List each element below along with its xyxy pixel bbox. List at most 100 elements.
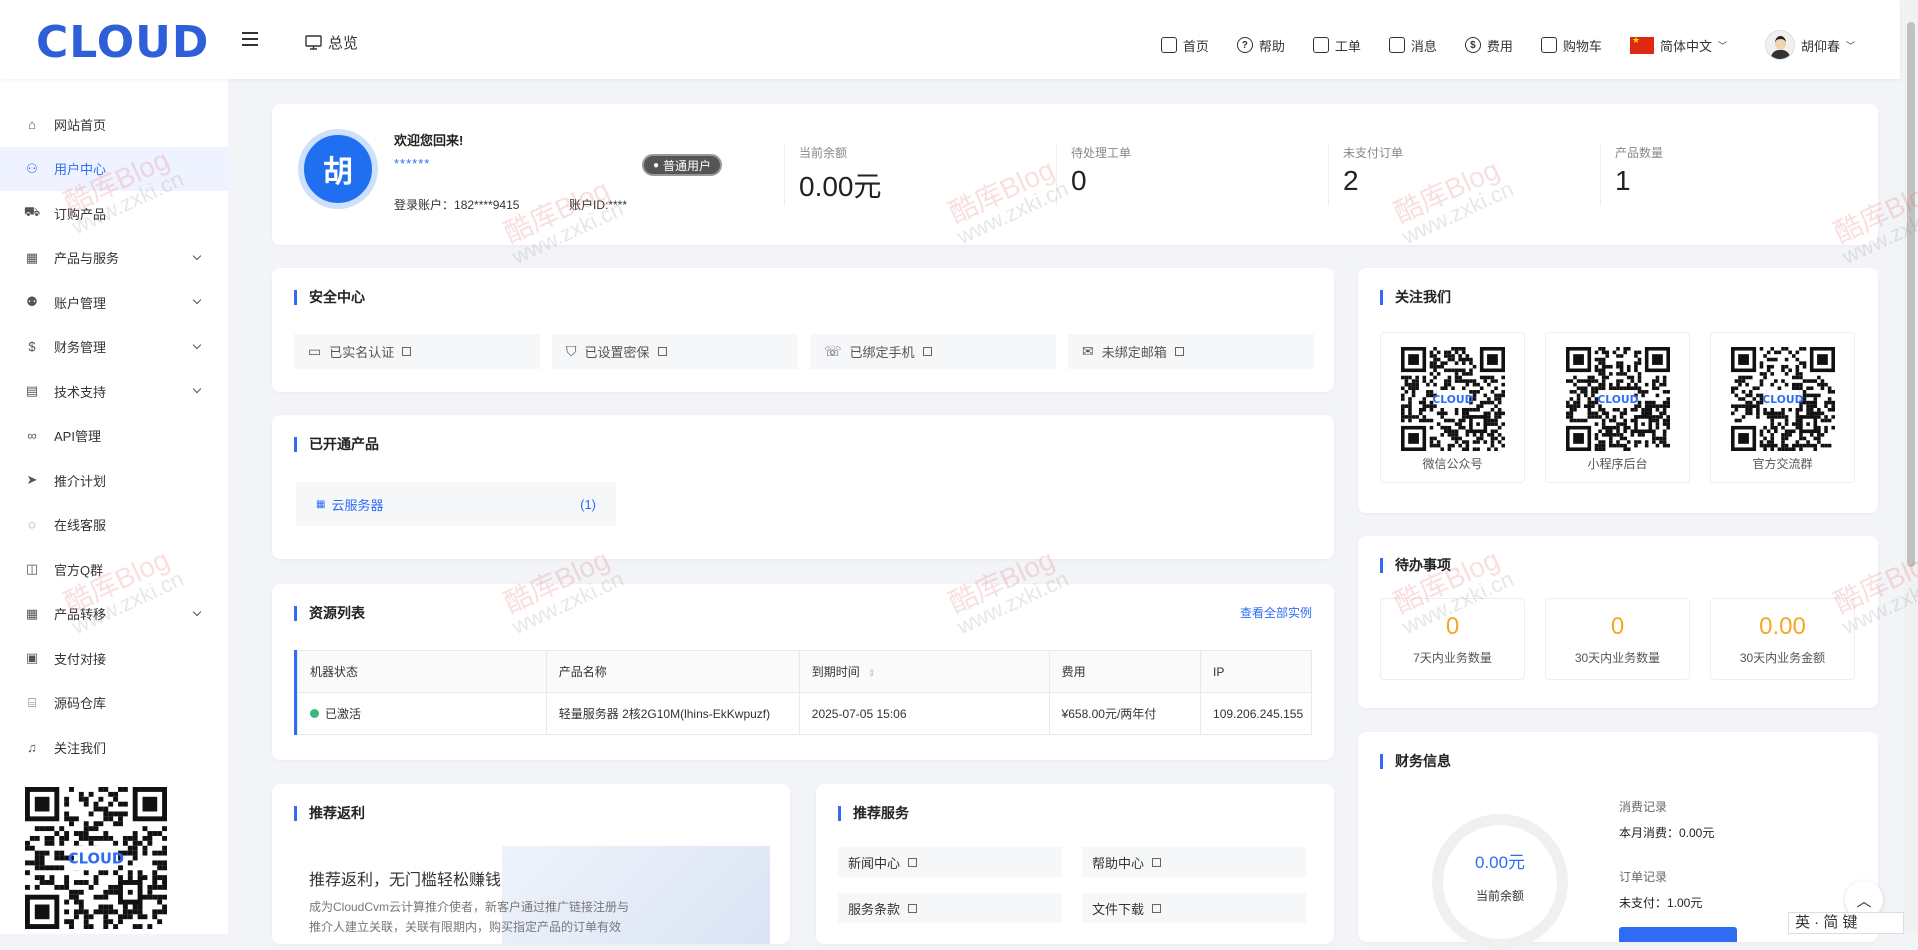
header-nav-2[interactable]: 工单 — [1312, 36, 1361, 55]
phone-icon: ☏ — [824, 343, 842, 359]
welcome-text: 欢迎您回来! — [394, 133, 464, 148]
referral-desc-line2: 推介人建立关联，关联有限期内，购买指定产品的订单有效 — [309, 920, 622, 934]
cell-value: 轻量服务器 2核2G10M(lhins-EkKwpuzf) — [558, 707, 771, 721]
follow-qr-2[interactable]: CLOUD 官方交流群 — [1710, 332, 1855, 483]
todo-item-0[interactable]: 0 7天内业务数量 — [1380, 598, 1525, 680]
sidebar-item-label: 订购产品 — [54, 206, 107, 222]
username: 胡仰春 — [1800, 38, 1840, 54]
header-nav-3[interactable]: 消息 — [1388, 36, 1437, 55]
referral-headline: 推荐返利，无门槛轻松赚钱 — [309, 872, 502, 889]
external-link-icon — [1152, 903, 1162, 913]
service-item-0[interactable]: 新闻中心 — [838, 847, 1062, 877]
sidebar-item-14[interactable]: ♫ 关注我们 — [0, 725, 228, 770]
service-label: 帮助中心 — [1092, 855, 1145, 871]
header-nav-label: 购物车 — [1562, 38, 1602, 54]
security-item-2[interactable]: ☏ 已绑定手机 — [810, 334, 1056, 369]
header-nav-4[interactable]: $ 费用 — [1464, 36, 1513, 55]
todo-item-2[interactable]: 0.00 30天内业务金额 — [1710, 598, 1855, 680]
overview-label: 总览 — [328, 35, 359, 52]
chevron-up-icon: ︿ — [1856, 892, 1872, 910]
column-header[interactable]: 费用 — [1048, 650, 1202, 693]
header-nav-5[interactable]: 购物车 — [1540, 36, 1602, 55]
sidebar-item-3[interactable]: ▦ 产品与服务 — [0, 236, 228, 281]
home-icon: ⌂ — [28, 116, 36, 132]
column-header[interactable]: IP — [1200, 650, 1312, 693]
sidebar-item-13[interactable]: ⌸ 源码仓库 — [0, 681, 228, 726]
chevron-down-icon: ﹀ — [1717, 40, 1727, 51]
service-item-2[interactable]: 服务条款 — [838, 893, 1062, 923]
todo-label: 30天内业务数量 — [1574, 651, 1661, 665]
stat-value: 0 — [1071, 165, 1087, 196]
follow-qr-0[interactable]: CLOUD 微信公众号 — [1380, 332, 1525, 483]
security-item-3[interactable]: ✉ 未绑定邮箱 — [1068, 334, 1314, 369]
service-label: 新闻中心 — [848, 855, 901, 871]
sidebar-item-5[interactable]: $ 财务管理 — [0, 325, 228, 370]
pay-button[interactable] — [1619, 927, 1737, 942]
user-menu[interactable]: 胡仰春 ﹀ — [1764, 30, 1855, 60]
overview-link[interactable]: 总览 — [305, 32, 358, 53]
dollar-circle-icon: $ — [1464, 37, 1481, 53]
sidebar-item-11[interactable]: ▦ 产品转移 — [0, 592, 228, 637]
chevron-down-icon — [192, 340, 202, 349]
column-header-label: 机器状态 — [310, 665, 359, 679]
view-all-instances-link[interactable]: 查看全部实例 — [1240, 604, 1312, 621]
stat-3[interactable]: 产品数量 1 — [1600, 144, 1663, 206]
column-header[interactable]: 产品名称 — [545, 650, 800, 693]
sidebar-item-2[interactable]: ⛟ 订购产品 — [0, 191, 228, 236]
security-item-1[interactable]: ⛉ 已设置密保 — [552, 334, 798, 369]
chat-icon: ◌ — [28, 517, 36, 533]
stat-2[interactable]: 未支付订单 2 — [1328, 144, 1403, 206]
status-label: 已激活 — [325, 707, 362, 721]
menu-toggle-button[interactable] — [242, 32, 258, 46]
qr-code: CLOUD — [1400, 347, 1505, 451]
header-nav-0[interactable]: 首页 — [1160, 36, 1209, 55]
brand-logo[interactable]: CLOUD — [36, 18, 209, 68]
stat-0[interactable]: 当前余额 0.00元 — [784, 144, 882, 206]
sidebar-item-9[interactable]: ◌ 在线客服 — [0, 503, 228, 548]
header-nav-label: 费用 — [1486, 38, 1513, 54]
external-link-icon — [1174, 347, 1184, 356]
ime-indicator[interactable]: 英 · 简 键 — [1788, 912, 1904, 934]
sidebar-item-4[interactable]: ⚉ 账户管理 — [0, 280, 228, 325]
finance-card: 财务信息 0.00元 当前余额 消费记录 本月消费：0.00元 订单记录 未支付… — [1358, 732, 1878, 950]
column-header[interactable]: 到期时间 ⇕ — [798, 650, 1050, 693]
column-header[interactable]: 机器状态 — [297, 650, 547, 693]
login-account-label: 登录账户： — [394, 198, 455, 212]
external-link-icon — [402, 347, 412, 356]
cart-icon: ⛟ — [23, 204, 41, 220]
scrollbar-thumb[interactable] — [1907, 22, 1915, 567]
user-icon: ⚇ — [26, 160, 38, 176]
product-count: (1) — [580, 496, 596, 512]
security-card: 安全中心 — [272, 268, 1334, 392]
sidebar-item-7[interactable]: ∞ API管理 — [0, 414, 228, 459]
page-scrollbar[interactable] — [1904, 0, 1918, 934]
sidebar-item-1[interactable]: ⚇ 用户中心 — [0, 146, 228, 191]
security-item-0[interactable]: ▭ 已实名认证 — [294, 334, 540, 369]
service-item-3[interactable]: 文件下载 — [1082, 893, 1306, 923]
service-item-1[interactable]: 帮助中心 — [1082, 847, 1306, 877]
sort-icon[interactable]: ⇕ — [868, 668, 876, 678]
sidebar-item-8[interactable]: ➤ 推介计划 — [0, 458, 228, 503]
stat-1[interactable]: 待处理工单 0 — [1056, 144, 1131, 206]
referral-desc-line1: 成为CloudCvm云计算推介使者，新客户通过推广链接注册与 — [309, 900, 630, 914]
todo-item-1[interactable]: 0 30天内业务数量 — [1545, 598, 1690, 680]
stat-label: 产品数量 — [1615, 146, 1664, 160]
product-item-cloud-server[interactable]: ▦ 云服务器 (1) — [296, 482, 616, 526]
header-nav-1[interactable]: ? 帮助 — [1236, 36, 1285, 55]
login-account: 登录账户：182****9415 — [394, 196, 519, 213]
column-header-label: 到期时间 — [811, 665, 860, 679]
table-row[interactable]: 已激活 轻量服务器 2核2G10M(lhins-EkKwpuzf) 2025-07-… — [297, 692, 1312, 735]
security-title: 安全中心 — [294, 290, 365, 305]
consume-text: 本月消费：0.00元 — [1619, 826, 1715, 840]
stat-value: 2 — [1343, 165, 1359, 196]
sidebar-item-10[interactable]: ◫ 官方Q群 — [0, 547, 228, 592]
sidebar-item-0[interactable]: ⌂ 网站首页 — [0, 102, 228, 147]
sidebar-item-6[interactable]: ▤ 技术支持 — [0, 369, 228, 414]
language-selector[interactable]: 简体中文 ﹀ — [1629, 35, 1727, 55]
send-icon: ➤ — [26, 472, 38, 488]
cell-value: ¥658.00元/两年付 — [1061, 707, 1157, 721]
sidebar-item-12[interactable]: ▣ 支付对接 — [0, 636, 228, 681]
follow-qr-1[interactable]: CLOUD 小程序后台 — [1545, 332, 1690, 483]
header-nav-label: 帮助 — [1258, 38, 1285, 54]
chevron-down-icon — [192, 607, 202, 616]
